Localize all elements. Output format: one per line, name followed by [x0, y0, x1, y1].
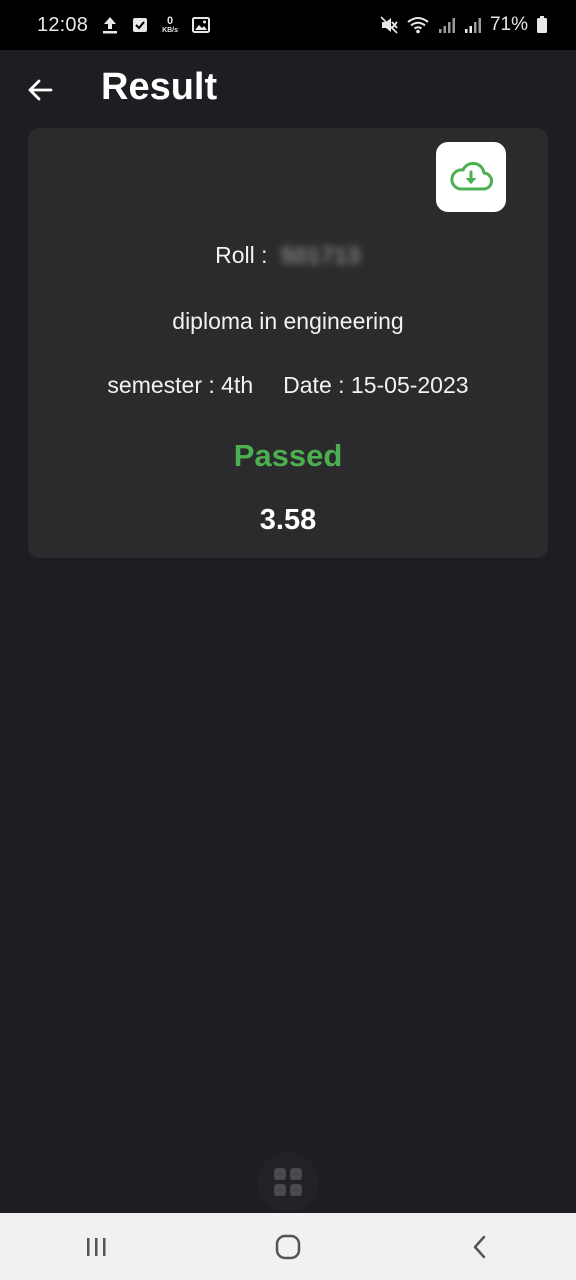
meta-row: semester : 4th Date : 15-05-2023 [28, 372, 548, 399]
semester-text: semester : 4th [107, 372, 254, 398]
cloud-download-icon [450, 161, 493, 191]
roll-row: Roll : 501713 [28, 242, 548, 269]
status-time: 12:08 [37, 13, 89, 36]
data-speed-indicator: 0 KB/s [162, 15, 179, 35]
wifi-icon [406, 16, 430, 34]
data-speed-value: 0 [166, 15, 174, 27]
system-back-button[interactable] [450, 1222, 510, 1272]
chevron-left-icon [473, 1235, 486, 1258]
home-icon [275, 1234, 301, 1259]
program-name: diploma in engineering [172, 308, 404, 334]
signal-icon [438, 16, 456, 34]
result-status: Passed [233, 438, 343, 473]
battery-icon [536, 16, 548, 34]
grid-icon [274, 1168, 302, 1196]
date-text: Date : 15-05-2023 [283, 372, 469, 398]
status-right: 71% [380, 14, 548, 36]
apps-grid-button[interactable] [258, 1152, 318, 1212]
gpa-value: 3.58 [259, 504, 317, 536]
system-nav-bar [0, 1213, 576, 1280]
upload-icon [102, 16, 118, 34]
recents-icon [87, 1237, 106, 1256]
download-button[interactable] [436, 142, 506, 212]
page-title: Result [101, 66, 218, 108]
home-button[interactable] [258, 1222, 318, 1272]
status-left: 12:08 0 KB/s [37, 13, 211, 37]
image-icon [192, 17, 211, 33]
signal-icon-2 [464, 16, 482, 34]
app-bar: Result [0, 50, 576, 128]
result-card: Roll : 501713 diploma in engineering sem… [28, 128, 548, 558]
recent-apps-button[interactable] [66, 1222, 126, 1272]
battery-percent: 71% [489, 14, 528, 35]
checkbox-icon [132, 17, 148, 33]
data-speed-unit: KB/s [162, 27, 179, 34]
back-button[interactable] [22, 72, 58, 108]
arrow-left-icon [28, 79, 53, 101]
roll-label: Roll : [215, 242, 268, 268]
roll-value: 501713 [281, 242, 361, 268]
status-bar: 12:08 0 KB/s 71% [0, 0, 576, 50]
mute-icon [380, 16, 398, 34]
